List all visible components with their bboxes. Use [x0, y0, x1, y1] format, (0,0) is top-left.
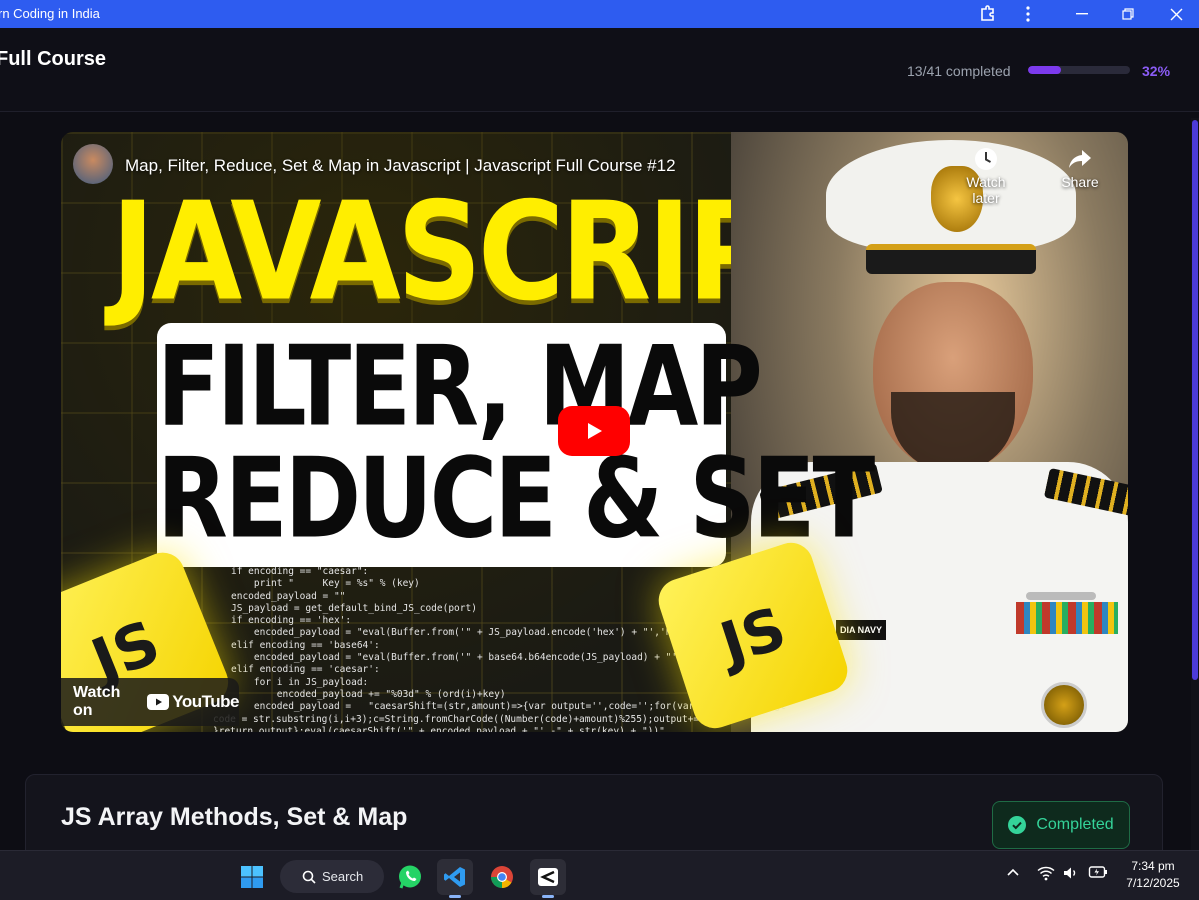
watch-on-youtube-button[interactable]: Watch on YouTube	[61, 678, 239, 726]
thumbnail-text-box: FILTER, MAP REDUCE & SET	[157, 322, 875, 567]
taskbar-search[interactable]: Search	[280, 860, 384, 893]
channel-avatar[interactable]	[73, 144, 113, 184]
chrome-icon[interactable]	[484, 859, 520, 895]
share-arrow-icon	[1048, 146, 1112, 172]
wings-badge-icon	[1026, 592, 1096, 600]
cap-band	[866, 244, 1036, 274]
watch-later-label: Watch later	[966, 174, 1006, 206]
capcut-icon[interactable]	[530, 859, 566, 898]
clock-date: 7/12/2025	[1126, 876, 1180, 890]
page-scrollbar[interactable]	[1191, 118, 1199, 850]
restore-icon[interactable]	[1114, 0, 1142, 28]
active-app-indicator	[449, 895, 461, 898]
windows-taskbar: Search 7:34 pm 7/12/2025	[0, 850, 1199, 900]
wifi-icon[interactable]	[1037, 865, 1055, 886]
code-line: }return output};eval(caesarShift('" + en…	[213, 725, 665, 732]
video-player[interactable]: JAVASCRIPT DIA NAVY if encoding == "caes…	[61, 132, 1128, 732]
browser-titlebar: rn Coding in India	[0, 0, 1199, 28]
progress-count: 13/41 completed	[907, 63, 1011, 79]
more-options-icon[interactable]	[1016, 0, 1040, 28]
completed-label: Completed	[1036, 816, 1114, 833]
search-label: Search	[322, 869, 364, 884]
thumbnail-line-2: REDUCE & SET	[157, 434, 875, 563]
uniform-nametag: DIA NAVY	[836, 620, 886, 640]
youtube-wordmark: YouTube	[172, 692, 239, 711]
video-title[interactable]: Map, Filter, Reduce, Set & Map in Javasc…	[125, 156, 676, 176]
volume-icon[interactable]	[1062, 865, 1078, 886]
clock-time: 7:34 pm	[1131, 859, 1175, 873]
window-title: rn Coding in India	[0, 6, 100, 21]
scrollbar-thumb[interactable]	[1192, 120, 1198, 680]
course-title: Full Course	[0, 48, 107, 70]
progress-bar-fill	[1028, 66, 1061, 74]
active-app-indicator	[542, 895, 554, 898]
completed-button[interactable]: Completed	[992, 801, 1130, 849]
js-cube-label: JS	[712, 593, 794, 678]
medal-icon	[1041, 682, 1087, 728]
whatsapp-icon[interactable]	[392, 859, 428, 895]
lesson-title: JS Array Methods, Set & Map	[61, 803, 408, 831]
battery-icon[interactable]	[1088, 865, 1108, 884]
vscode-icon[interactable]	[437, 859, 473, 898]
search-icon	[302, 870, 316, 884]
check-circle-icon	[1008, 816, 1027, 834]
system-clock[interactable]: 7:34 pm 7/12/2025	[1118, 858, 1188, 892]
thumbnail-line-1: FILTER, MAP	[157, 322, 763, 451]
close-icon[interactable]	[1162, 0, 1190, 28]
play-button[interactable]	[558, 406, 630, 456]
watch-later-button[interactable]: Watch later	[954, 146, 1018, 206]
youtube-logo-icon: YouTube	[147, 692, 239, 712]
extensions-icon[interactable]	[976, 0, 1000, 28]
share-button[interactable]: Share	[1048, 146, 1112, 190]
windows-start-icon[interactable]	[234, 859, 270, 895]
show-hidden-icons-chevron-icon[interactable]	[1006, 865, 1020, 884]
minimize-icon[interactable]	[1068, 0, 1096, 28]
progress-percent: 32%	[1142, 63, 1171, 79]
play-icon	[588, 423, 602, 439]
progress-bar	[1028, 66, 1130, 74]
course-header: Full Course 13/41 completed 32%	[0, 28, 1199, 112]
watch-on-label: Watch on	[73, 684, 121, 719]
medal-ribbons	[1016, 602, 1118, 634]
share-label: Share	[1061, 174, 1099, 190]
clock-icon	[954, 146, 1018, 172]
